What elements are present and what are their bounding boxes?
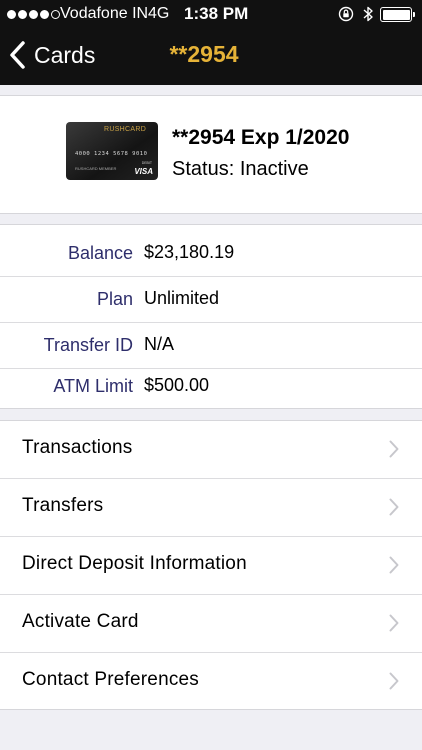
detail-row-balance: Balance $23,180.19 <box>0 231 422 277</box>
detail-value: $23,180.19 <box>144 242 235 262</box>
menu-item-label: Transactions <box>22 437 133 458</box>
detail-row-plan: Plan Unlimited <box>0 277 422 323</box>
card-image: RUSHCARD 4000 1234 5678 9010 RUSHCARD ME… <box>66 122 158 180</box>
detail-row-atm-limit: ATM Limit $500.00 <box>0 365 422 411</box>
carrier-name: Vodafone IN <box>60 5 149 22</box>
card-debit-label: DEBIT <box>141 161 152 165</box>
menu-item-transactions[interactable]: Transactions <box>0 421 422 479</box>
bluetooth-icon <box>363 6 373 22</box>
menu-item-label: Direct Deposit Information <box>22 553 247 574</box>
chevron-right-icon <box>389 672 399 690</box>
detail-label: Balance <box>67 243 133 263</box>
detail-label: ATM Limit <box>53 376 133 396</box>
card-actions-list: Transactions Transfers Direct Deposit In… <box>0 420 422 710</box>
detail-label: Transfer ID <box>43 335 133 355</box>
network-type: 4G <box>148 5 170 22</box>
chevron-right-icon <box>389 440 399 458</box>
detail-value: Unlimited <box>144 288 220 308</box>
menu-item-contact-preferences[interactable]: Contact Preferences <box>0 653 422 711</box>
menu-item-transfers[interactable]: Transfers <box>0 479 422 537</box>
card-brand: RUSHCARD <box>104 126 147 133</box>
card-member-name: RUSHCARD MEMBER <box>75 166 117 171</box>
battery-icon <box>380 7 415 22</box>
card-title: **2954 Exp 1/2020 <box>172 126 350 149</box>
status-time: 1:38 PM <box>184 4 249 23</box>
signal-strength-icon <box>7 10 60 19</box>
detail-value: N/A <box>144 334 175 354</box>
card-status: Status: Inactive <box>172 158 309 180</box>
detail-label: Plan <box>96 289 133 309</box>
card-summary: RUSHCARD 4000 1234 5678 9010 RUSHCARD ME… <box>0 95 422 214</box>
top-bar: Vodafone IN 4G 1:38 PM Cards **2954 <box>0 0 422 85</box>
menu-item-label: Activate Card <box>22 611 139 632</box>
menu-item-activate-card[interactable]: Activate Card <box>0 595 422 653</box>
menu-item-label: Contact Preferences <box>22 669 199 690</box>
status-bar: Vodafone IN 4G 1:38 PM <box>0 0 422 30</box>
chevron-right-icon <box>389 556 399 574</box>
rotation-lock-icon <box>338 6 354 22</box>
menu-item-direct-deposit[interactable]: Direct Deposit Information <box>0 537 422 595</box>
menu-item-label: Transfers <box>22 495 104 516</box>
card-number: 4000 1234 5678 9010 <box>75 151 148 157</box>
detail-row-transfer-id: Transfer ID N/A <box>0 323 422 369</box>
chevron-right-icon <box>389 614 399 632</box>
detail-value: $500.00 <box>144 375 210 395</box>
page-title: **2954 <box>169 41 239 67</box>
card-details: Balance $23,180.19 Plan Unlimited Transf… <box>0 224 422 409</box>
visa-logo: VISA <box>134 167 153 176</box>
chevron-right-icon <box>389 498 399 516</box>
